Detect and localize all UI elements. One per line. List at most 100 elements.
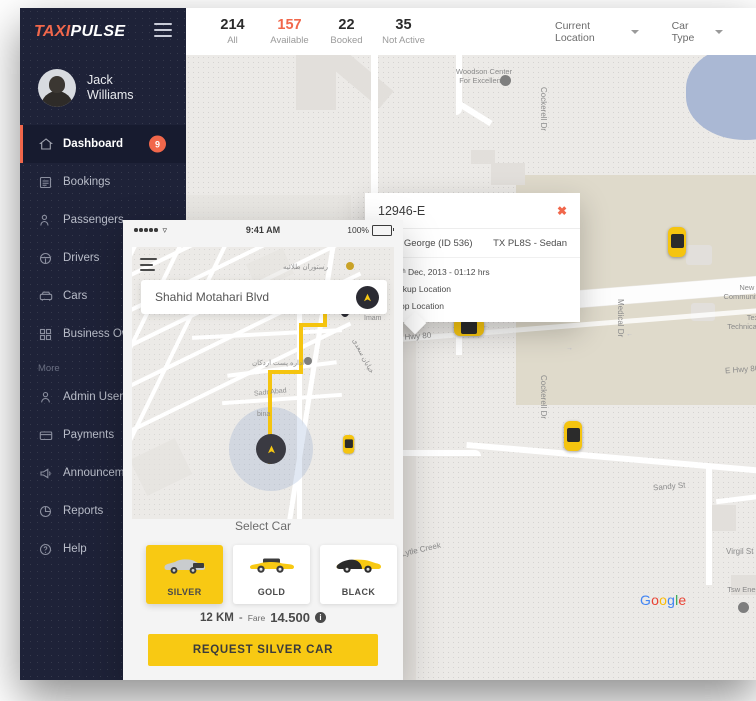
stat-all[interactable]: 214 All xyxy=(204,17,261,47)
fleet-stats: 214 All 157 Available 22 Booked 35 Not A… xyxy=(186,17,432,47)
filter-car-type[interactable]: Car Type xyxy=(672,20,723,44)
stat-label: Available xyxy=(270,34,309,46)
taxi-marker[interactable] xyxy=(668,227,686,257)
search-input[interactable]: Shahid Motahari Blvd xyxy=(155,290,356,304)
stat-value: 157 xyxy=(277,16,302,33)
car-icon xyxy=(38,289,53,304)
sidebar-item-label: Dashboard xyxy=(63,138,124,150)
steering-wheel-icon xyxy=(38,251,53,266)
fare-label: Fare xyxy=(247,612,266,623)
phone-map-label: bina xyxy=(257,411,271,418)
phone-map-label: Imam xyxy=(364,315,382,322)
credit-card-icon xyxy=(38,428,53,443)
phone-map-poi-icon xyxy=(304,357,312,365)
fare-summary: 12 KM - Fare 14.500 i xyxy=(123,610,403,625)
stat-available[interactable]: 157 Available xyxy=(261,17,318,47)
user-name: Jack Williams xyxy=(87,73,134,103)
google-attribution: Google xyxy=(640,592,687,608)
chart-icon xyxy=(38,504,53,519)
user-profile[interactable]: Jack Williams xyxy=(20,55,186,123)
stat-label: Not Active xyxy=(382,34,425,46)
booking-datetime-row: 25ᵗʰ Dec, 2013 - 01:12 hrs xyxy=(378,267,567,277)
stat-label: Booked xyxy=(330,34,363,46)
battery-icon xyxy=(372,224,394,236)
phone-menu-icon[interactable] xyxy=(140,258,157,275)
question-mark-icon xyxy=(38,542,53,557)
status-time: 9:41 AM xyxy=(245,225,281,235)
stat-value: 214 xyxy=(220,16,245,33)
gold-car-icon xyxy=(249,556,295,581)
pickup-row[interactable]: Pickup Location xyxy=(378,284,567,294)
sidebar-item-bookings[interactable]: Bookings xyxy=(20,163,186,201)
sidebar-item-label: Passengers xyxy=(63,214,124,226)
map-poi-icon xyxy=(500,75,511,86)
map-place-label: Tsw Energy xyxy=(727,585,756,594)
phone-map-label: رستوران طلائیه xyxy=(283,264,328,271)
map-building xyxy=(491,163,525,185)
map-road-label: Cockerell Dr xyxy=(539,375,548,420)
megaphone-icon xyxy=(38,466,53,481)
sidebar-item-label: Cars xyxy=(63,290,88,302)
stat-booked[interactable]: 22 Booked xyxy=(318,17,375,47)
fare-amount: 14.500 xyxy=(270,610,310,625)
stat-not-active[interactable]: 35 Not Active xyxy=(375,17,432,47)
logo-taxi-text: TAXI xyxy=(34,22,71,40)
filter-label: Current Location xyxy=(555,19,595,44)
sidebar-item-label: Payments xyxy=(63,429,115,441)
booking-datetime: 25ᵗʰ Dec, 2013 - 01:12 hrs xyxy=(391,267,490,277)
locate-me-button[interactable] xyxy=(356,285,379,309)
info-icon[interactable]: i xyxy=(314,612,326,623)
car-option-label: BLACK xyxy=(341,587,376,597)
phone-mockup: اداره پست اردکان Sadr Abad bina Imam خیا… xyxy=(123,220,403,680)
filter-label: Car Type xyxy=(671,19,695,44)
booking-id: 12946-E xyxy=(378,204,426,218)
map-road-label: Virgil St xyxy=(726,547,754,556)
home-icon xyxy=(38,137,53,152)
car-option-gold[interactable]: GOLD xyxy=(233,545,310,604)
top-header: 214 All 157 Available 22 Booked 35 Not A… xyxy=(186,8,756,56)
user-first-name: Jack xyxy=(87,73,113,87)
phone-search-bar[interactable]: Shahid Motahari Blvd xyxy=(141,280,387,314)
taxi-marker[interactable] xyxy=(564,421,582,451)
drop-row[interactable]: Drop Location xyxy=(378,301,567,311)
map-road xyxy=(706,465,712,585)
map-poi-icon xyxy=(738,602,749,613)
map-building xyxy=(686,245,712,265)
phone-map-label: اداره پست اردکان xyxy=(252,360,305,367)
map-direction-arrow: ← xyxy=(626,331,633,338)
passenger-icon xyxy=(38,213,53,228)
sidebar-item-dashboard[interactable]: Dashboard 9 xyxy=(20,125,186,163)
user-last-name: Williams xyxy=(87,88,134,102)
map-place-label: Woodson Center For Excellence xyxy=(455,67,513,85)
car-type-selector: SILVER GOLD BLACK xyxy=(146,545,397,604)
request-car-button[interactable]: REQUEST SILVER CAR xyxy=(148,634,378,666)
map-road-label: Cockerell Dr xyxy=(539,87,548,132)
app-logo[interactable]: TAXIPULSE xyxy=(34,23,125,41)
stat-value: 22 xyxy=(338,16,355,33)
sidebar-item-label: Help xyxy=(63,543,87,555)
app-window: TAXIPULSE Jack Williams Dashboard 9 Book… xyxy=(20,8,756,680)
black-car-icon xyxy=(336,556,382,581)
admin-user-icon xyxy=(38,390,53,405)
sidebar-item-label: Reports xyxy=(63,505,104,517)
hamburger-menu-icon[interactable] xyxy=(154,23,172,37)
nearby-taxi-marker xyxy=(343,435,355,454)
header-filters: Current Location Car Type xyxy=(555,20,756,44)
close-icon[interactable]: ✖ xyxy=(557,204,567,218)
silver-car-icon xyxy=(162,556,208,581)
status-badge: 9 xyxy=(149,135,166,153)
map-building xyxy=(471,150,495,164)
map-place-label: Texas StateTechnical College xyxy=(727,313,756,331)
current-location-marker xyxy=(256,434,286,464)
map-direction-arrow: → xyxy=(566,345,573,352)
sidebar-item-label: Admin Users xyxy=(63,391,129,403)
car-option-silver[interactable]: SILVER xyxy=(146,545,223,604)
list-icon xyxy=(38,175,53,190)
car-option-black[interactable]: BLACK xyxy=(320,545,397,604)
screenshot-root: TAXIPULSE Jack Williams Dashboard 9 Book… xyxy=(0,0,756,701)
chevron-down-icon xyxy=(715,29,723,34)
avatar xyxy=(38,69,76,107)
stat-label: All xyxy=(227,34,238,46)
trip-distance: 12 KM xyxy=(200,611,234,624)
filter-current-location[interactable]: Current Location xyxy=(555,20,639,44)
